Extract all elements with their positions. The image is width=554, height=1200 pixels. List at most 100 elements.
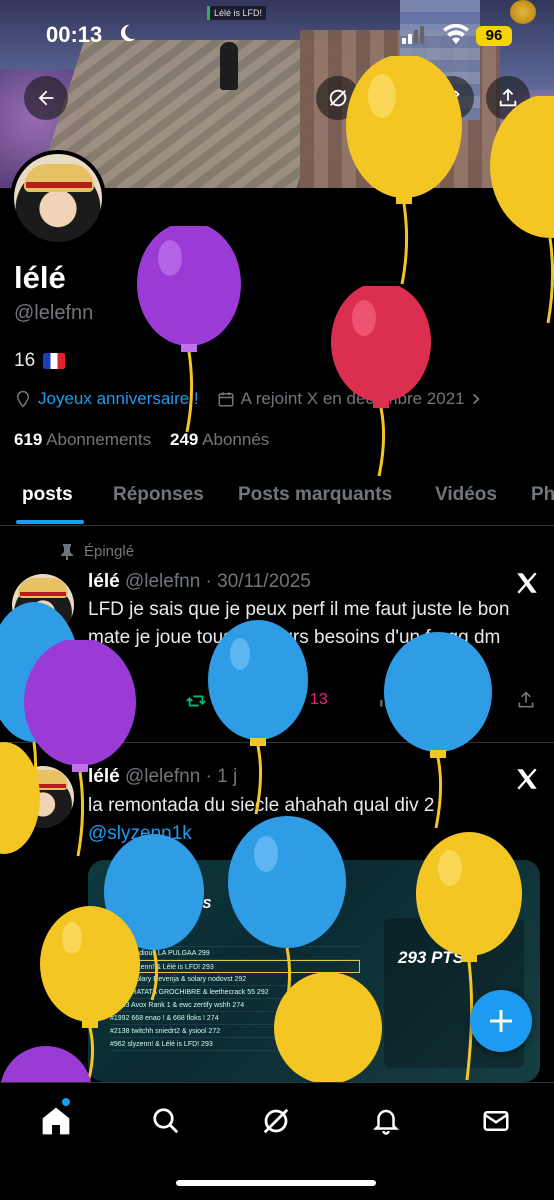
repost-button[interactable]: 2 <box>184 690 223 712</box>
follow-stats: 619 Abonnements 249 Abonnés <box>14 430 269 450</box>
tab-photos[interactable]: Ph <box>531 484 554 506</box>
home-notification-dot <box>62 1098 70 1106</box>
reply-count: 9 <box>116 692 125 709</box>
profile-avatar[interactable] <box>10 150 106 246</box>
edit-button[interactable] <box>430 76 474 120</box>
post-author[interactable]: lélé <box>88 766 120 787</box>
pinned-text: Épinglé <box>84 543 135 560</box>
x-logo-icon <box>517 768 537 790</box>
leaderboard-row: #1032 RATATA GROCHIBRE & leethecrack 55 … <box>110 986 360 999</box>
post-avatar[interactable] <box>12 766 74 828</box>
bell-icon <box>372 1109 400 1135</box>
balloon-red <box>331 286 431 477</box>
nav-messages[interactable] <box>476 1101 516 1141</box>
status-bar: 00:13 96 <box>0 0 554 72</box>
like-count: 13 <box>310 691 328 708</box>
post-text: la remontada du siecle ahahah qual div 2… <box>88 792 528 848</box>
compose-button[interactable] <box>470 990 532 1052</box>
back-button[interactable] <box>24 76 68 120</box>
grok-icon <box>263 1108 289 1134</box>
tab-replies[interactable]: Réponses <box>113 484 204 506</box>
location-pin-icon <box>16 390 30 408</box>
joined-date: A rejoint X en décembre 2021 <box>240 389 465 408</box>
views-button[interactable]: 2,6k <box>378 690 434 710</box>
following-label: Abonnements <box>46 430 152 449</box>
leaderboard-row: #962 slyzenn! & Lélé is LFD! 293 <box>110 1038 360 1051</box>
repost-count: 2 <box>214 692 223 709</box>
media-score: 293 PTS <box>398 948 465 967</box>
like-button[interactable]: 13 <box>282 690 328 710</box>
post-handle: @lelefnn <box>124 571 201 592</box>
media-leaderboard: #736 ... Nayrox fvl 300 #789 ... 0dious … <box>110 934 360 1051</box>
post-body: la remontada du siecle ahahah qual div 2 <box>88 795 435 816</box>
profile-meta: Joyeux anniversaire ! A rejoint X en déc… <box>14 389 483 409</box>
balloon-purple <box>0 1046 92 1086</box>
tab-posts[interactable]: posts <box>22 484 73 506</box>
reply-button[interactable]: 9 <box>88 690 125 712</box>
search-button[interactable] <box>372 76 416 120</box>
post-date[interactable]: 1 j <box>217 766 237 787</box>
post-author[interactable]: lélé <box>88 571 120 592</box>
leaderboard-row: #1000 Solary Revenja & solary nodovst 29… <box>110 973 360 986</box>
share-icon <box>499 88 517 107</box>
post-handle: @lelefnn <box>124 766 201 787</box>
nav-grok[interactable] <box>256 1101 296 1141</box>
heart-icon <box>282 690 304 710</box>
profile-tabs: posts Réponses Posts marquants Vidéos Ph <box>0 470 554 526</box>
post-actions: 9 2 13 2,6k <box>88 690 538 714</box>
search-icon <box>384 88 403 107</box>
envelope-icon <box>483 1111 509 1131</box>
post-mention[interactable]: @slyzenn1k <box>88 820 528 848</box>
followers-count: 249 <box>169 430 199 449</box>
leaderboard-row: #962 slyzenn! & Lélé is LFD! 293 <box>110 960 360 973</box>
leaderboard-row: #736 ... Nayrox fvl 300 <box>110 934 360 947</box>
media-title: Points du tournoi <box>110 882 202 894</box>
following-count: 619 <box>14 430 43 449</box>
post-text: LFD je sais que je peux perf il me faut … <box>88 599 510 648</box>
home-icon <box>42 1107 70 1135</box>
pin-icon <box>61 543 73 560</box>
pinned-label: Épinglé <box>60 543 134 560</box>
leaderboard-row: #1983 Avox Rank 1 & ewc zertify wshh 274 <box>110 999 360 1012</box>
post-header: lélé @lelefnn · 30/11/2025 <box>88 571 311 593</box>
repost-icon <box>186 695 206 707</box>
profile-name: lélé <box>14 260 66 295</box>
chevron-right-icon[interactable] <box>469 392 483 406</box>
post-header: lélé @lelefnn · 1 j <box>88 766 237 788</box>
profile-bio: 16 <box>14 350 66 372</box>
plus-icon <box>490 1010 512 1032</box>
tab-highlights[interactable]: Posts marquants <box>238 484 392 506</box>
views-count: 2,6k <box>404 691 435 708</box>
arrow-left-icon <box>38 90 54 106</box>
post-share-button[interactable] <box>516 690 536 710</box>
bar-chart-icon <box>380 693 398 707</box>
tab-videos[interactable]: Vidéos <box>435 484 497 506</box>
home-indicator <box>176 1180 376 1186</box>
share-button[interactable] <box>486 76 530 120</box>
post-separator: · <box>205 571 212 592</box>
profile-handle: @lelefnn <box>14 302 94 324</box>
followers-link[interactable]: 249 Abonnés <box>170 430 269 449</box>
bookmark-button[interactable] <box>472 690 490 712</box>
leaderboard-row: #1992 668 enao ! & 668 floks ! 274 <box>110 1012 360 1025</box>
reply-icon <box>90 692 108 712</box>
media-event: ÉPREUVE FNCS <box>110 896 212 911</box>
wifi-icon <box>443 24 469 44</box>
nav-home[interactable] <box>36 1101 76 1141</box>
post-date[interactable]: 30/11/2025 <box>217 571 311 592</box>
moon-icon <box>120 24 136 42</box>
calendar-icon <box>218 392 234 407</box>
profile-link[interactable]: Joyeux anniversaire ! <box>38 389 199 409</box>
grok-button[interactable] <box>316 76 360 120</box>
post-avatar[interactable] <box>12 574 74 636</box>
leaderboard-row: #789 ... 0dious LA PULGAA 299 <box>110 947 360 960</box>
following-link[interactable]: 619 Abonnements <box>14 430 151 449</box>
post-media-image[interactable]: Points du tournoi ÉPREUVE FNCS #736 ... … <box>88 860 540 1082</box>
battery-indicator: 96 <box>476 26 512 46</box>
nav-search[interactable] <box>146 1101 186 1141</box>
nav-notifications[interactable] <box>366 1101 406 1141</box>
post-divider <box>0 742 554 743</box>
leaderboard-row: #2138 twitchh sniedrt2 & ysiool 272 <box>110 1025 360 1038</box>
bio-text: 16 <box>14 350 36 371</box>
post-separator: · <box>205 766 212 787</box>
